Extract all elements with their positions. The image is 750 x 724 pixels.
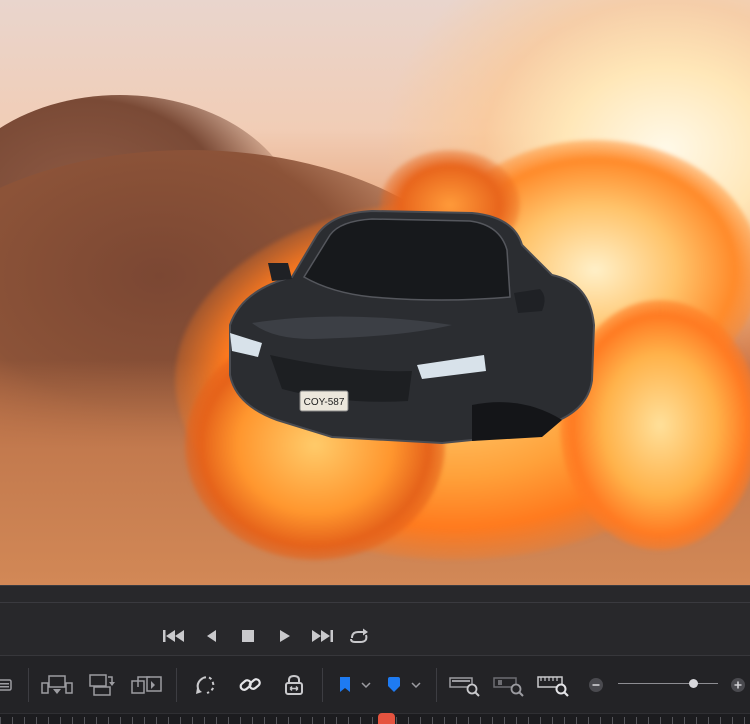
dynamic-trim-icon	[196, 676, 215, 694]
marker-icon	[388, 677, 400, 692]
car: COY-587	[229, 209, 596, 445]
play-button[interactable]	[271, 622, 299, 650]
zoom-slider-track	[618, 683, 718, 684]
zoom-in-icon	[731, 678, 745, 692]
overwrite-clip-icon	[89, 674, 115, 696]
toolbar-separator	[322, 668, 323, 702]
skip-to-start-icon	[163, 630, 184, 642]
zoom-detail-button[interactable]	[492, 671, 526, 699]
zoom-slider-thumb[interactable]	[688, 679, 698, 688]
flag-button[interactable]	[336, 671, 354, 699]
chevron-down-icon	[411, 682, 421, 689]
stop-icon	[242, 630, 254, 642]
zoom-out-button[interactable]	[587, 671, 605, 699]
flag-dropdown[interactable]	[358, 671, 374, 699]
zoom-detail-icon	[493, 677, 524, 697]
dynamic-trim-button[interactable]	[193, 671, 219, 699]
stop-button[interactable]	[234, 622, 262, 650]
marker-dropdown[interactable]	[408, 671, 424, 699]
editor-window: COY-587	[0, 0, 750, 724]
panel-divider	[0, 602, 750, 603]
license-plate: COY-587	[304, 397, 345, 408]
zoom-custom-icon	[537, 676, 569, 697]
transport-panel	[0, 585, 750, 656]
marker-button[interactable]	[384, 671, 404, 699]
timeline-ruler[interactable]	[0, 713, 750, 724]
playhead[interactable]	[378, 713, 395, 724]
zoom-in-button[interactable]	[729, 671, 747, 699]
chevron-down-icon	[361, 682, 371, 689]
toolbar-separator	[176, 668, 177, 702]
replace-clip-button[interactable]	[130, 671, 164, 699]
zoom-full-icon	[449, 677, 480, 697]
go-to-end-button[interactable]	[308, 622, 336, 650]
position-lock-button[interactable]	[282, 671, 306, 699]
transport-controls	[160, 622, 382, 650]
link-icon	[239, 678, 261, 691]
overwrite-clip-button[interactable]	[86, 671, 116, 699]
zoom-custom-button[interactable]	[536, 671, 570, 699]
link-button[interactable]	[237, 671, 263, 699]
skip-to-end-icon	[312, 630, 333, 642]
replace-clip-icon	[131, 676, 162, 694]
loop-icon	[350, 628, 368, 643]
loop-button[interactable]	[345, 622, 373, 650]
flag-icon	[340, 677, 350, 692]
video-viewer[interactable]: COY-587	[0, 0, 750, 585]
toolbar-separator	[28, 668, 29, 702]
zoom-full-button[interactable]	[448, 671, 482, 699]
go-to-start-button[interactable]	[160, 622, 188, 650]
ruler-ticks	[0, 717, 750, 724]
zoom-slider[interactable]	[618, 679, 718, 688]
insert-clip-button[interactable]	[40, 671, 74, 699]
position-lock-icon	[285, 674, 303, 695]
timeline-view-icon	[0, 679, 12, 691]
toolbar-separator	[436, 668, 437, 702]
play-icon	[280, 630, 290, 642]
timeline-view-button[interactable]	[0, 671, 16, 699]
play-reverse-button[interactable]	[197, 622, 225, 650]
play-reverse-icon	[207, 630, 216, 642]
zoom-out-icon	[589, 678, 603, 692]
insert-clip-icon	[41, 675, 73, 694]
